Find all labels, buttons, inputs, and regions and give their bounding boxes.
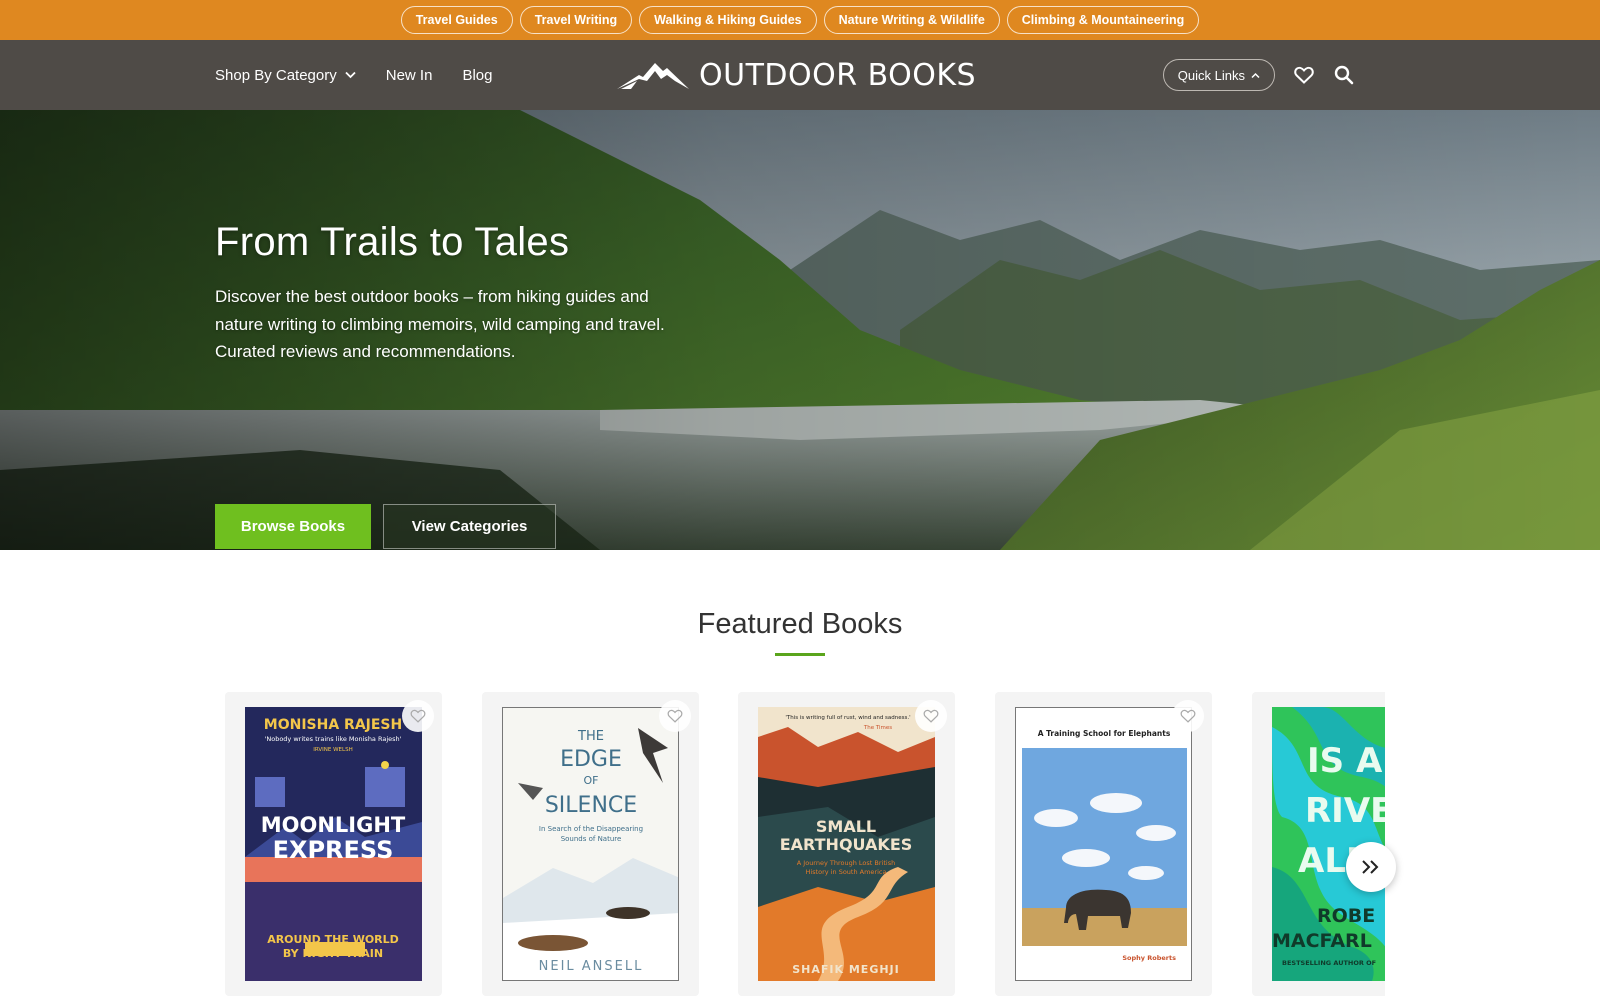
book-author: Sophy Roberts <box>1122 954 1176 962</box>
book-cover[interactable]: MONISHA RAJESH 'Nobody writes trains lik… <box>245 707 422 981</box>
chevron-up-icon <box>1251 72 1260 78</box>
book-cover-art: MONISHA RAJESH 'Nobody writes trains lik… <box>245 707 422 981</box>
book-title-line2: RIVE <box>1305 791 1385 831</box>
chip-walking-hiking-guides[interactable]: Walking & Hiking Guides <box>639 6 817 34</box>
book-title-line1: MOONLIGHT <box>261 813 406 837</box>
add-to-wishlist-button[interactable] <box>659 700 691 732</box>
hero-description: Discover the best outdoor books – from h… <box>215 287 665 361</box>
heart-outline-icon <box>1180 709 1196 723</box>
featured-books-heading: Featured Books <box>697 608 903 640</box>
book-author-line1: ROBE <box>1317 905 1375 927</box>
book-title-line2: EDGE <box>560 747 622 772</box>
heart-icon <box>1294 66 1314 84</box>
book-subtitle-line1: A Journey Through Lost British <box>797 859 895 867</box>
book-cover[interactable]: A Training School for Elephants Sophy Ro… <box>1015 707 1192 981</box>
blog-link[interactable]: Blog <box>462 67 492 84</box>
book-title-line2: EXPRESS <box>273 836 394 864</box>
view-categories-button[interactable]: View Categories <box>383 504 556 549</box>
mountain-logo-icon <box>617 63 689 89</box>
book-card-small-earthquakes[interactable]: 'This is writing full of rust, wind and … <box>738 692 955 996</box>
book-tagline: BESTSELLING AUTHOR OF <box>1282 959 1376 967</box>
hero-buttons: Browse Books View Categories <box>215 504 556 549</box>
shop-by-category-menu[interactable]: Shop By Category <box>215 67 356 84</box>
main-navbar: Shop By Category New In Blog OUTDOOR BOO… <box>0 40 1600 110</box>
book-quote-source: The Times <box>863 725 892 731</box>
book-author: SHAFIK MEGHJI <box>792 963 899 976</box>
book-card-training-school-for-elephants[interactable]: A Training School for Elephants Sophy Ro… <box>995 692 1212 996</box>
book-title: A Training School for Elephants <box>1038 729 1171 738</box>
book-title-line4: SILENCE <box>545 793 637 818</box>
heart-outline-icon <box>923 709 939 723</box>
book-subtitle-line2: BY NIGHT TRAIN <box>283 947 383 960</box>
heading-underline <box>775 653 825 656</box>
nav-links: Shop By Category New In Blog <box>215 40 492 110</box>
book-cover-art: A Training School for Elephants Sophy Ro… <box>1016 708 1191 980</box>
book-quote: 'This is writing full of rust, wind and … <box>785 715 910 721</box>
book-cover-art: 'This is writing full of rust, wind and … <box>758 707 935 981</box>
book-subtitle-line2: History in South America <box>806 868 887 876</box>
chevron-down-icon <box>345 71 356 79</box>
shop-by-category-label: Shop By Category <box>215 66 337 84</box>
double-chevron-right-icon <box>1362 860 1379 874</box>
chip-climbing-mountaineering[interactable]: Climbing & Mountaineering <box>1006 6 1200 34</box>
heart-outline-icon <box>410 709 426 723</box>
logo-text: OUTDOOR BOOKS <box>699 57 977 93</box>
book-title-line2: EARTHQUAKES <box>780 835 913 854</box>
book-author: NEIL ANSELL <box>539 959 644 974</box>
wishlist-button[interactable] <box>1293 64 1315 86</box>
search-icon <box>1334 65 1354 85</box>
hero-title: From Trails to Tales <box>215 220 570 264</box>
book-subtitle-line1: In Search of the Disappearing <box>539 825 643 833</box>
category-chip-bar: Travel Guides Travel Writing Walking & H… <box>0 0 1600 40</box>
book-author-line2: MACFARL <box>1272 930 1372 952</box>
book-title-line1: SMALL <box>816 817 876 836</box>
book-quote-source: IRVINE WELSH <box>313 747 352 753</box>
quick-links-button[interactable]: Quick Links <box>1162 59 1275 91</box>
book-card-moonlight-express[interactable]: MONISHA RAJESH 'Nobody writes trains lik… <box>225 692 442 996</box>
book-cover[interactable]: 'This is writing full of rust, wind and … <box>758 707 935 981</box>
search-button[interactable] <box>1333 64 1355 86</box>
carousel-next-button[interactable] <box>1346 842 1396 892</box>
book-title-line1: THE <box>577 729 604 744</box>
add-to-wishlist-button[interactable] <box>402 700 434 732</box>
book-title-line3: OF <box>584 774 599 787</box>
featured-books-carousel: MONISHA RAJESH 'Nobody writes trains lik… <box>225 692 1385 1000</box>
nav-actions: Quick Links <box>1162 40 1355 110</box>
hero-content: From Trails to Tales Discover the best o… <box>215 220 685 549</box>
chip-travel-writing[interactable]: Travel Writing <box>519 6 633 34</box>
chip-nature-writing-wildlife[interactable]: Nature Writing & Wildlife <box>823 6 1000 34</box>
hero-banner: From Trails to Tales Discover the best o… <box>0 110 1600 550</box>
book-subtitle-line2: Sounds of Nature <box>561 835 622 843</box>
book-title-line1: IS A <box>1307 741 1383 781</box>
book-subtitle-line1: AROUND THE WORLD <box>267 933 399 946</box>
book-cover-art: THE EDGE OF SILENCE In Search of the Dis… <box>503 708 678 980</box>
add-to-wishlist-button[interactable] <box>1172 700 1204 732</box>
book-card-edge-of-silence[interactable]: THE EDGE OF SILENCE In Search of the Dis… <box>482 692 699 996</box>
browse-books-button[interactable]: Browse Books <box>215 504 371 549</box>
new-in-link[interactable]: New In <box>386 67 433 84</box>
book-quote: 'Nobody writes trains like Monisha Rajes… <box>265 735 402 743</box>
chip-travel-guides[interactable]: Travel Guides <box>400 6 513 34</box>
book-cover[interactable]: THE EDGE OF SILENCE In Search of the Dis… <box>502 707 679 981</box>
heart-outline-icon <box>667 709 683 723</box>
add-to-wishlist-button[interactable] <box>915 700 947 732</box>
book-author: MONISHA RAJESH <box>264 717 402 733</box>
site-logo[interactable]: OUTDOOR BOOKS <box>617 40 976 110</box>
quick-links-label: Quick Links <box>1177 67 1245 83</box>
